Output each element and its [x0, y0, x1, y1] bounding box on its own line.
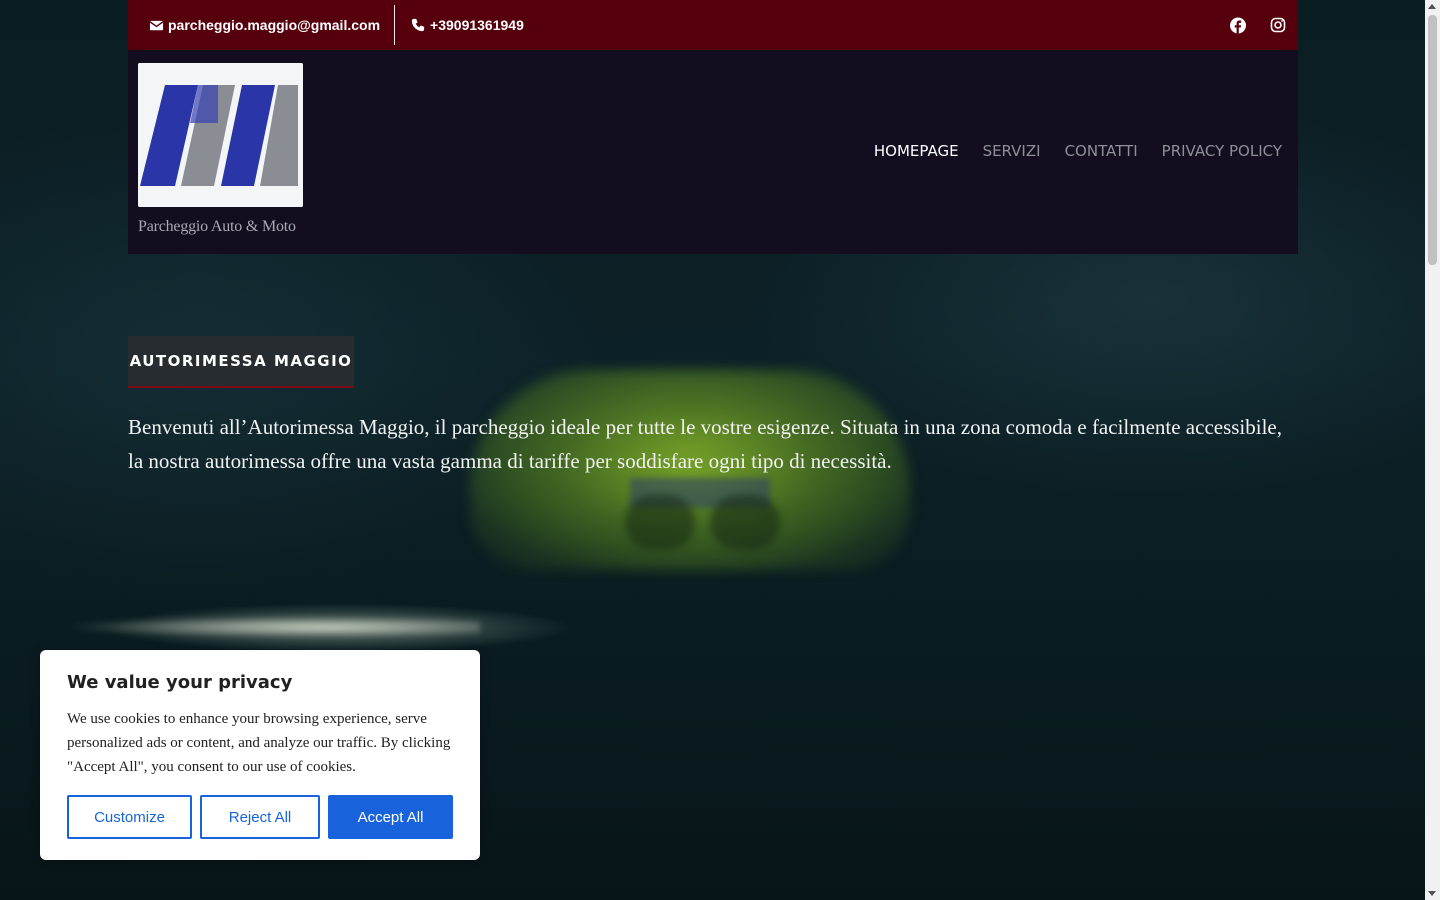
reject-all-button[interactable]: Reject All: [200, 795, 320, 839]
envelope-icon: [149, 18, 164, 33]
cookie-text: We use cookies to enhance your browsing …: [67, 711, 451, 775]
customize-button[interactable]: Customize: [67, 795, 192, 839]
cookie-title: We value your privacy: [67, 672, 293, 693]
car-grille-right: [710, 495, 780, 550]
phone-icon: [411, 18, 426, 33]
phone-text: +39091361949: [430, 17, 524, 33]
car-grille-left: [625, 495, 695, 550]
facebook-icon[interactable]: [1230, 17, 1246, 34]
accept-all-button[interactable]: Accept All: [328, 795, 453, 839]
light-streak: [60, 616, 480, 638]
scroll-up-arrow-icon[interactable]: [1428, 4, 1436, 9]
cookie-consent-dialog: We value your privacy We use cookies to …: [40, 650, 480, 860]
hero-badge: AUTORIMESSA MAGGIO: [128, 336, 354, 388]
scrollbar-thumb[interactable]: [1428, 15, 1437, 265]
nav-servizi[interactable]: SERVIZI: [983, 142, 1041, 160]
email-link[interactable]: parcheggio.maggio@gmail.com: [128, 5, 396, 45]
nav-homepage[interactable]: HOMEPAGE: [874, 142, 959, 160]
main-nav: HOMEPAGE SERVIZI CONTATTI PRIVACY POLICY: [874, 142, 1282, 160]
nav-privacy-policy[interactable]: PRIVACY POLICY: [1162, 142, 1282, 160]
site-logo[interactable]: [138, 63, 303, 207]
site-tagline: Parcheggio Auto & Moto: [138, 218, 296, 235]
nav-contatti[interactable]: CONTATTI: [1065, 142, 1138, 160]
hero-intro-text: Benvenuti all’Autorimessa Maggio, il par…: [128, 415, 1283, 473]
top-bar: parcheggio.maggio@gmail.com +39091361949: [128, 0, 1298, 50]
site-header: Parcheggio Auto & Moto HOMEPAGE SERVIZI …: [128, 50, 1298, 254]
scroll-down-arrow-icon[interactable]: [1428, 891, 1436, 896]
social-links: [1230, 17, 1298, 34]
cookie-buttons: Customize Reject All Accept All: [67, 795, 453, 839]
email-text: parcheggio.maggio@gmail.com: [168, 17, 381, 33]
phone-link[interactable]: +39091361949: [395, 0, 524, 50]
instagram-icon[interactable]: [1270, 17, 1286, 33]
page-scrollbar[interactable]: [1425, 0, 1440, 900]
